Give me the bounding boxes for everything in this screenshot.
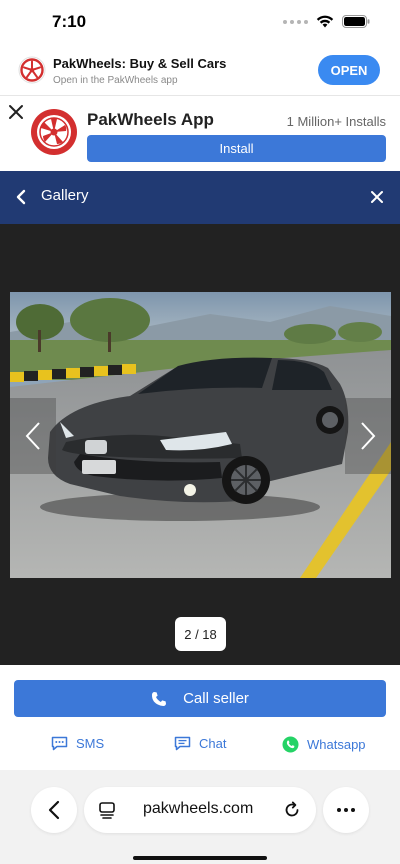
address-bar[interactable]: pakwheels.com	[84, 787, 316, 833]
more-icon	[337, 808, 355, 812]
cellular-signal-icon	[283, 19, 308, 24]
whatsapp-button[interactable]: Whatsapp	[282, 736, 366, 753]
open-app-button[interactable]: OPEN	[318, 55, 380, 85]
url-text: pakwheels.com	[143, 800, 254, 817]
tabs-icon[interactable]	[98, 801, 116, 819]
chat-button[interactable]: Chat	[174, 736, 226, 751]
battery-icon	[342, 15, 370, 28]
status-time: 7:10	[52, 12, 87, 31]
status-bar: 7:10	[0, 0, 400, 46]
smart-banner-title: PakWheels: Buy & Sell Cars	[53, 56, 227, 71]
contact-options: SMS Chat Whatsapp	[0, 733, 400, 759]
gallery-header: Gallery	[0, 171, 400, 224]
call-seller-button[interactable]: Call seller	[14, 680, 386, 717]
image-viewer: 2 / 18	[0, 224, 400, 665]
whatsapp-label: Whatsapp	[307, 737, 366, 752]
chevron-left-icon[interactable]	[14, 187, 28, 207]
gallery-title: Gallery	[41, 187, 89, 204]
call-seller-label: Call seller	[183, 690, 249, 707]
sms-button[interactable]: SMS	[51, 736, 104, 751]
pakwheels-app-logo-icon	[31, 109, 77, 155]
chat-icon	[174, 736, 191, 751]
close-icon[interactable]	[370, 190, 384, 204]
image-counter: 2 / 18	[175, 617, 226, 651]
chevron-left-icon	[25, 422, 40, 450]
sms-icon	[51, 736, 68, 751]
smart-banner-subtitle: Open in the PakWheels app	[53, 75, 178, 86]
promo-installs: 1 Million+ Installs	[286, 114, 386, 129]
next-image-button[interactable]	[345, 398, 391, 474]
car-photo-illustration	[10, 292, 391, 578]
close-icon[interactable]	[8, 104, 24, 120]
phone-icon	[152, 691, 167, 706]
chevron-right-icon	[361, 422, 376, 450]
car-photo[interactable]	[10, 292, 391, 578]
sms-label: SMS	[76, 736, 105, 751]
chevron-left-icon	[48, 800, 60, 820]
more-options-button[interactable]	[323, 787, 369, 833]
previous-image-button[interactable]	[10, 398, 56, 474]
status-icons	[283, 15, 370, 28]
browser-back-button[interactable]	[31, 787, 77, 833]
home-indicator	[133, 856, 267, 860]
install-button[interactable]: Install	[87, 135, 386, 162]
browser-toolbar: pakwheels.com	[0, 770, 400, 864]
app-promo-banner: PakWheels App 1 Million+ Installs Instal…	[0, 97, 400, 171]
reload-icon[interactable]	[282, 800, 302, 820]
wifi-icon	[316, 15, 334, 28]
pakwheels-logo-icon	[18, 56, 46, 84]
smart-app-banner: PakWheels: Buy & Sell Cars Open in the P…	[0, 46, 400, 96]
whatsapp-icon	[282, 736, 299, 753]
promo-title: PakWheels App	[87, 110, 214, 129]
chat-label: Chat	[199, 736, 227, 751]
